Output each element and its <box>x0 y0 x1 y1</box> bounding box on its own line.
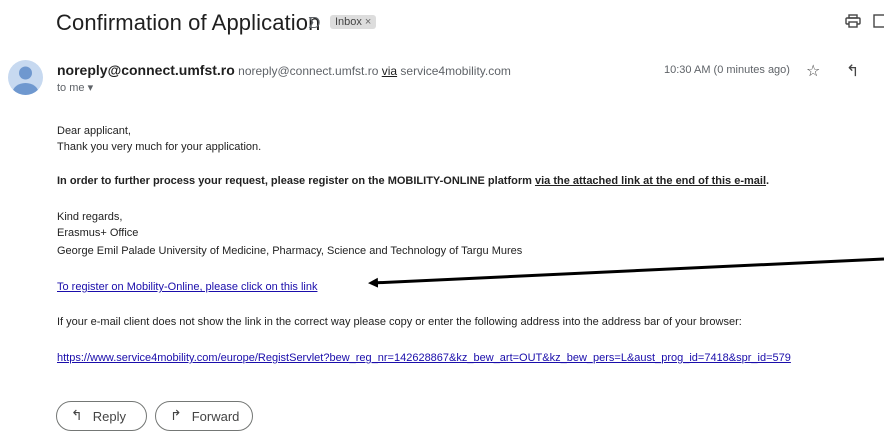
instruction-main: In order to further process your request… <box>57 175 535 187</box>
reply-button[interactable]: ↰ Reply <box>56 401 147 431</box>
star-icon[interactable]: ☆ <box>806 61 820 80</box>
instruction-end: . <box>766 175 770 187</box>
instruction-line: In order to further process your request… <box>57 175 769 187</box>
sender-email: noreply@connect.umfst.ro <box>238 64 379 78</box>
importance-icon[interactable]: ᗤ <box>308 14 320 32</box>
to-me-label: to me <box>57 82 85 94</box>
greeting: Dear applicant, <box>57 125 131 137</box>
reply-label: Reply <box>92 408 126 424</box>
timestamp: 10:30 AM (0 minutes ago) <box>664 64 790 76</box>
avatar[interactable] <box>8 60 43 95</box>
forward-arrow-icon: ↱ <box>170 408 182 424</box>
sender-name[interactable]: noreply@connect.umfst.ro <box>57 62 235 78</box>
chevron-down-icon[interactable]: ▾ <box>88 82 94 94</box>
inbox-label-text: Inbox <box>335 16 362 28</box>
forward-button[interactable]: ↱ Forward <box>155 401 253 431</box>
reply-icon[interactable]: ↰ <box>846 61 859 80</box>
university-line: George Emil Palade University of Medicin… <box>57 245 523 257</box>
via-domain: service4mobility.com <box>400 64 511 78</box>
new-window-icon[interactable] <box>873 14 884 33</box>
sender-line: noreply@connect.umfst.ro noreply@connect… <box>57 62 511 78</box>
via-label[interactable]: via <box>382 64 397 78</box>
email-subject: Confirmation of Application <box>56 10 321 35</box>
reply-arrow-icon: ↰ <box>71 408 83 424</box>
forward-label: Forward <box>191 408 240 424</box>
registration-url[interactable]: https://www.service4mobility.com/europe/… <box>57 352 791 364</box>
regards-line: Kind regards, <box>57 211 123 223</box>
office-line: Erasmus+ Office <box>57 227 139 239</box>
inbox-label[interactable]: Inbox × <box>330 15 377 29</box>
remove-label-icon[interactable]: × <box>365 16 371 28</box>
print-icon[interactable] <box>845 14 861 33</box>
instruction-link: via the attached link at the end of this… <box>534 175 767 187</box>
register-link[interactable]: To register on Mobility-Online, please c… <box>57 281 317 293</box>
fallback-text: If your e-mail client does not show the … <box>57 316 742 328</box>
more-icon[interactable]: ⋮ <box>878 60 884 77</box>
thanks-line: Thank you very much for your application… <box>57 141 262 153</box>
recipient-details[interactable]: to me ▾ <box>57 81 93 94</box>
